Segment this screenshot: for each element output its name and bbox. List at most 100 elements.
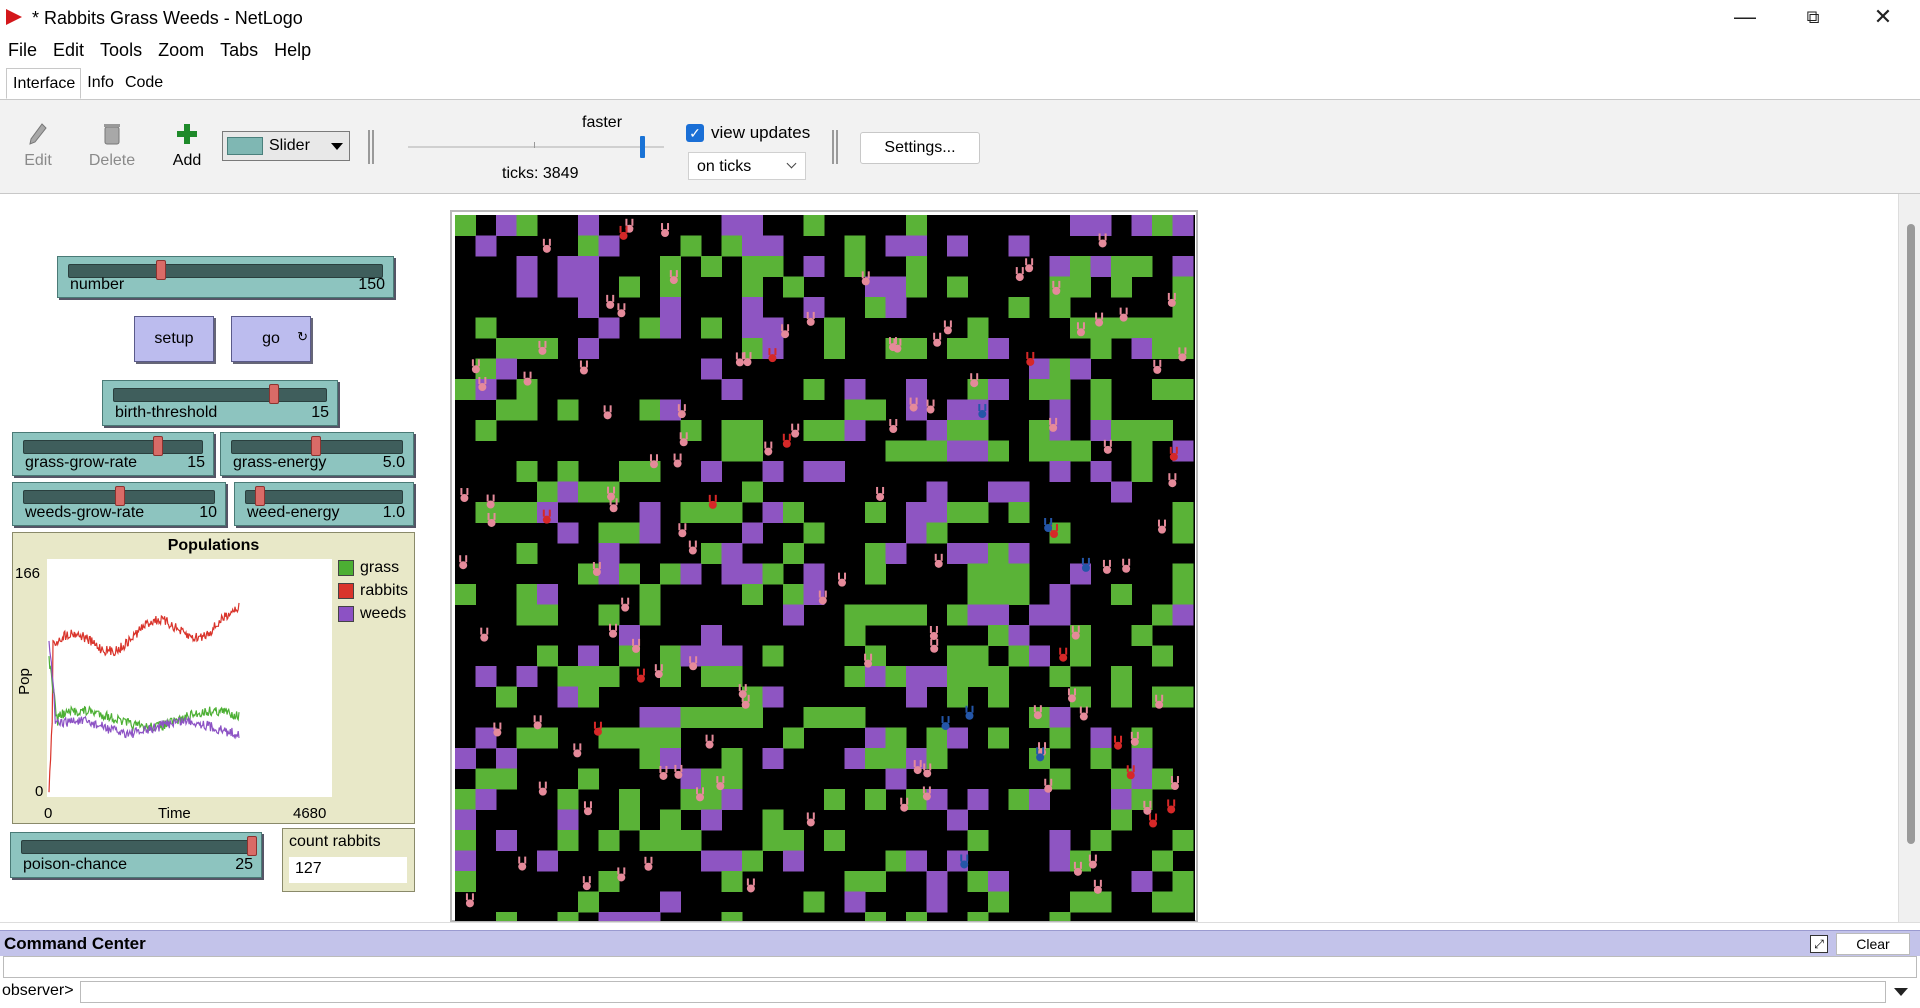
clear-button[interactable]: Clear [1836,933,1910,955]
patch [967,502,989,523]
vertical-scrollbar[interactable] [1898,194,1920,922]
number-slider[interactable]: number 150 [57,256,394,298]
world-view[interactable] [450,210,1198,922]
patch [844,379,866,400]
plot-ylabel: Pop [15,668,33,695]
edit-button[interactable]: Edit [22,122,54,170]
patch [1131,420,1153,441]
slider-thumb[interactable] [115,486,125,506]
patch [578,338,599,359]
patch [742,256,763,277]
patch [783,502,804,523]
grass-energy-slider[interactable]: grass-energy 5.0 [220,432,414,476]
patch [455,215,476,236]
weeds-grow-rate-slider[interactable]: weeds-grow-rate 10 [12,482,226,526]
restore-icon[interactable]: ⧉ [1778,0,1848,34]
delete-button[interactable]: Delete [86,122,138,170]
patch [988,625,1009,646]
minimize-icon[interactable]: — [1710,0,1780,34]
plot-lines [48,602,240,793]
patch [598,563,620,585]
patch [1111,584,1132,605]
slider-thumb[interactable] [153,436,163,456]
patch [906,502,927,523]
patch [742,440,763,462]
scrollbar-thumb[interactable] [1907,224,1915,844]
patch [824,707,845,728]
patch [926,502,948,523]
agent-selector[interactable]: observer> [2,982,74,1000]
patch [742,215,763,236]
patch [1008,584,1030,605]
speed-slider-track[interactable] [408,146,664,148]
command-input[interactable] [80,981,1886,1003]
close-icon[interactable]: ✕ [1848,0,1918,34]
menu-help[interactable]: Help [266,36,319,64]
update-mode-select[interactable]: on ticks [688,152,806,180]
patch [1090,256,1112,277]
tab-info[interactable]: Info [81,68,119,99]
patch [537,604,558,626]
patch [1049,379,1071,400]
menu-zoom[interactable]: Zoom [150,36,212,64]
patch [824,420,845,441]
patch [475,727,497,749]
patch [557,830,579,851]
slider-thumb[interactable] [311,436,321,456]
patch [1131,789,1153,810]
menu-file[interactable]: File [0,36,45,64]
patch [1111,420,1132,441]
poison-chance-slider[interactable]: poison-chance 25 [10,832,262,878]
patch [906,215,927,236]
history-dropdown-icon[interactable] [1894,988,1908,996]
menu-tools[interactable]: Tools [92,36,150,64]
patch [721,748,743,769]
patch [803,707,825,728]
setup-button[interactable]: setup [134,316,214,362]
patch [906,379,927,400]
patch [619,522,640,544]
tab-code[interactable]: Code [119,68,168,99]
toolbar-separator [832,130,838,164]
settings-button[interactable]: Settings... [860,132,980,164]
patch [824,461,845,482]
widget-type-select[interactable]: Slider [222,131,350,161]
patch [1029,604,1050,626]
patch [762,563,784,585]
go-button[interactable]: go ↻ [231,316,311,362]
patch [557,399,579,421]
patch [1090,399,1112,421]
slider-thumb[interactable] [269,384,279,404]
add-button[interactable]: Add [170,122,204,170]
menu-edit[interactable]: Edit [45,36,92,64]
tab-interface[interactable]: Interface [6,68,82,99]
expand-icon[interactable]: ⤢ [1810,935,1828,953]
slider-thumb[interactable] [156,260,166,280]
patch [598,912,620,921]
patch [721,666,743,687]
patch [660,727,681,749]
patch [1090,338,1112,359]
birth-threshold-slider[interactable]: birth-threshold 15 [102,380,338,426]
patch [967,830,989,851]
weed-energy-slider[interactable]: weed-energy 1.0 [234,482,414,526]
patch [844,420,866,441]
slider-thumb[interactable] [255,486,265,506]
patch [803,461,825,482]
patch [1152,215,1173,236]
patch [906,522,927,544]
menu-tabs[interactable]: Tabs [212,36,266,64]
patch [742,297,763,318]
pane-divider[interactable] [0,922,1920,930]
patch [844,625,866,646]
patch [639,399,661,421]
view-updates-checkbox[interactable]: ✓ [686,124,704,142]
patch [578,768,599,790]
slider-value: 5.0 [382,454,405,471]
slider-thumb[interactable] [247,836,257,856]
trash-icon [104,124,120,145]
patch [783,543,804,564]
grass-grow-rate-slider[interactable]: grass-grow-rate 15 [12,432,214,476]
speed-slider-thumb[interactable] [640,136,645,158]
patch [598,543,620,564]
